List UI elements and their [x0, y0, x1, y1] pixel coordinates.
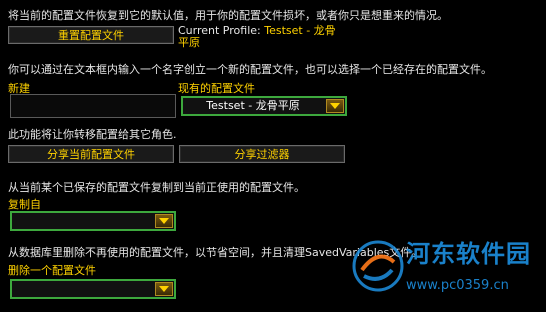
watermark-logo-icon: [352, 240, 404, 292]
share-filter-button[interactable]: 分享过滤器: [179, 145, 345, 163]
copy-from-dropdown[interactable]: [10, 211, 176, 231]
copy-description: 从当前某个已保存的配置文件复制到当前正使用的配置文件。: [8, 181, 305, 194]
watermark-title: 河东软件园: [406, 240, 531, 268]
delete-profile-label: 删除一个配置文件: [8, 264, 96, 277]
share-current-profile-button[interactable]: 分享当前配置文件: [8, 145, 174, 163]
create-description: 你可以通过在文本框内输入一个名字创立一个新的配置文件，也可以选择一个已经存在的配…: [8, 63, 492, 76]
transfer-description: 此功能将让你转移配置给其它角色.: [8, 128, 177, 141]
new-profile-input[interactable]: [10, 94, 176, 118]
existing-profile-dropdown[interactable]: Testset - 龙骨平原: [181, 96, 347, 116]
current-profile-value-line2: 平原: [178, 36, 200, 49]
existing-profile-value: Testset - 龙骨平原: [206, 99, 300, 112]
existing-profile-label: 现有的配置文件: [178, 82, 255, 95]
chevron-down-icon[interactable]: [155, 214, 173, 228]
current-profile-line1: Current Profile: Testset - 龙骨: [178, 24, 336, 37]
current-profile-value: Testset - 龙骨: [264, 24, 336, 37]
reset-description: 将当前的配置文件恢复到它的默认值，用于你的配置文件损坏，或者你只是想重来的情况。: [8, 9, 448, 22]
copy-from-label: 复制自: [8, 198, 41, 211]
delete-profile-dropdown[interactable]: [10, 279, 176, 299]
chevron-down-icon[interactable]: [326, 99, 344, 113]
watermark-url: www.pc0359.cn: [406, 278, 509, 293]
watermark: 河东软件园 www.pc0359.cn: [352, 238, 542, 306]
reset-profile-button[interactable]: 重置配置文件: [8, 26, 174, 44]
chevron-down-icon[interactable]: [155, 282, 173, 296]
